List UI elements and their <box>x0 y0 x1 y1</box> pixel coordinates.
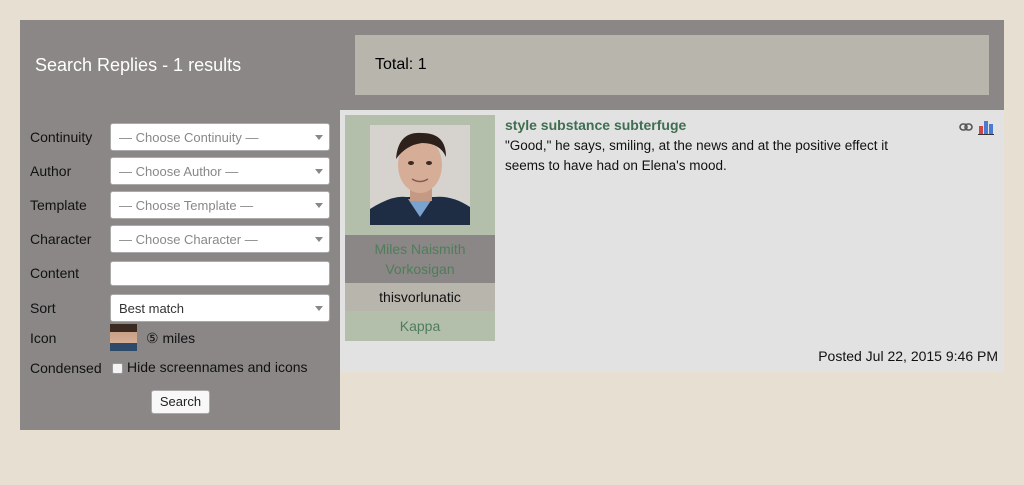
post-author-panel: Miles Naismith Vorkosigan thisvorlunatic… <box>345 115 495 341</box>
chevron-down-icon <box>315 203 323 208</box>
template-label: Template <box>30 197 87 213</box>
condensed-row: Condensed Hide screennames and icons <box>30 354 340 382</box>
template-select[interactable]: — Choose Template — <box>110 191 330 219</box>
sort-select[interactable]: Best match <box>110 294 330 322</box>
author-placeholder: — Choose Author — <box>119 164 239 179</box>
continuity-link[interactable]: Kappa <box>345 311 495 341</box>
character-label: Character <box>30 231 92 247</box>
sort-value: Best match <box>119 301 185 316</box>
character-placeholder: — Choose Character — <box>119 232 258 247</box>
continuity-placeholder: — Choose Continuity — <box>119 130 259 145</box>
chevron-down-icon <box>315 306 323 311</box>
author-label: Author <box>30 163 72 179</box>
content-input[interactable] <box>110 261 330 286</box>
total-box: Total: 1 <box>355 35 989 95</box>
bar-chart-icon[interactable] <box>978 120 994 135</box>
template-row: Template — Choose Template — <box>30 191 340 219</box>
icon-label: Icon <box>30 330 57 346</box>
icon-row: Icon ⑤ miles <box>30 324 340 352</box>
condensed-label: Condensed <box>30 360 102 376</box>
post-timestamp: Posted Jul 22, 2015 9:46 PM <box>818 348 998 364</box>
total-count: Total: 1 <box>375 56 427 73</box>
continuity-select[interactable]: — Choose Continuity — <box>110 123 330 151</box>
link-icon[interactable] <box>959 122 973 132</box>
result-post: Miles Naismith Vorkosigan thisvorlunatic… <box>340 110 1004 372</box>
search-button[interactable]: Search <box>151 390 210 414</box>
continuity-label: Continuity <box>30 129 93 145</box>
template-placeholder: — Choose Template — <box>119 198 254 213</box>
screenname[interactable]: thisvorlunatic <box>345 283 495 311</box>
content-row: Content <box>30 259 340 287</box>
condensed-option-label[interactable]: Hide screennames and icons <box>127 359 308 375</box>
chevron-down-icon <box>315 237 323 242</box>
chevron-down-icon <box>315 169 323 174</box>
sort-row: Sort Best match <box>30 294 340 322</box>
post-body: "Good," he says, smiling, at the news an… <box>505 138 889 173</box>
results-header: Search Replies - 1 results Total: 1 <box>20 20 1004 110</box>
content-label: Content <box>30 265 80 281</box>
icon-thumbnail[interactable] <box>110 324 137 351</box>
avatar <box>370 125 470 225</box>
continuity-row: Continuity — Choose Continuity — <box>30 123 340 151</box>
sort-label: Sort <box>30 300 56 316</box>
post-title[interactable]: style substance subterfuge <box>505 117 686 133</box>
icon-keyword: ⑤ miles <box>146 330 196 346</box>
page-title: Search Replies - 1 results <box>35 55 242 75</box>
condensed-checkbox[interactable] <box>112 363 123 374</box>
character-row: Character — Choose Character — <box>30 225 340 253</box>
author-select[interactable]: — Choose Author — <box>110 157 330 185</box>
chevron-down-icon <box>315 135 323 140</box>
character-name[interactable]: Miles Naismith Vorkosigan <box>345 235 495 283</box>
character-select[interactable]: — Choose Character — <box>110 225 330 253</box>
search-sidebar: Continuity — Choose Continuity — Author … <box>20 110 340 430</box>
author-row: Author — Choose Author — <box>30 157 340 185</box>
